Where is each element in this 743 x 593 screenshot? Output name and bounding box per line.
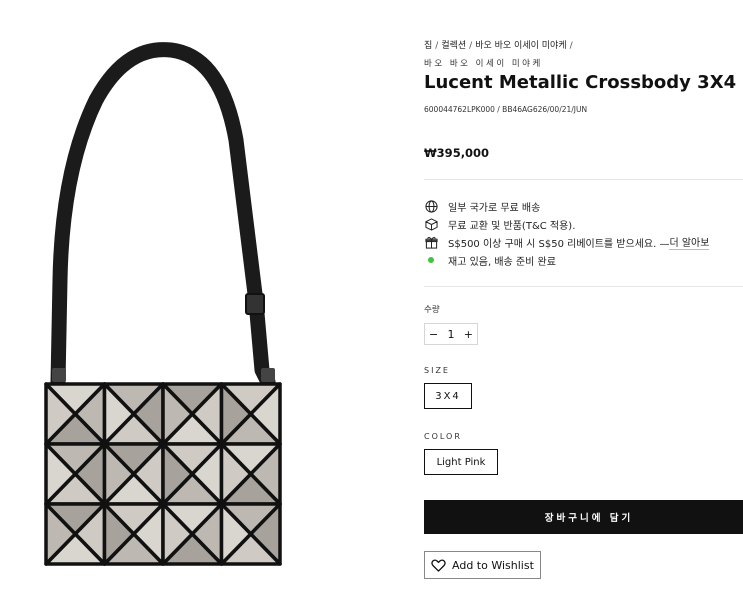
quantity-value[interactable]: 1 [442,328,459,341]
quantity-increase-button[interactable]: + [460,328,477,341]
heart-icon [431,558,446,572]
quantity-stepper: − 1 + [424,323,478,345]
feature-free-returns: 무료 교환 및 반품(T&C 적용). [424,215,709,233]
feature-text: 무료 교환 및 반품(T&C 적용). [448,220,576,232]
box-icon [424,217,438,231]
feature-free-shipping: 일부 국가로 무료 배송 [424,197,709,215]
breadcrumb-collection-link[interactable]: 컬렉션 [441,41,466,51]
divider [424,179,743,180]
brand-name[interactable]: 바오 바오 이세이 미야케 [424,57,543,69]
wishlist-label: Add to Wishlist [452,558,534,572]
breadcrumb: 집 / 컬렉션 / 바오 바오 이세이 미야케 / [424,41,573,51]
quantity-label: 수량 [424,305,440,315]
product-image [44,42,282,566]
feature-text: 일부 국가로 무료 배송 [448,202,541,214]
product-price: ₩395,000 [424,146,490,160]
quantity-decrease-button[interactable]: − [425,328,442,341]
breadcrumb-home-link[interactable]: 집 [424,41,432,51]
learn-more-link[interactable]: 더 알아보 [669,234,710,250]
breadcrumb-brand-link[interactable]: 바오 바오 이세이 미야케 [475,41,566,51]
add-to-cart-button[interactable]: 장바구니에 담기 [424,500,743,534]
color-label: COLOR [424,432,462,441]
gift-icon [424,235,438,249]
feature-text: S$500 이상 구매 시 S$50 리베이트를 받으세요. — [448,238,670,250]
size-option-button[interactable]: 3X4 [424,383,472,409]
feature-stock-status: 재고 있음, 배송 준비 완료 [424,251,709,269]
product-sku: 600044762LPK000 / BB46AG626/00/21/JUN [424,105,588,114]
product-title: Lucent Metallic Crossbody 3X4 [424,72,737,93]
color-option-button[interactable]: Light Pink [424,449,498,475]
feature-list: 일부 국가로 무료 배송 무료 교환 및 반품(T&C 적용). S$500 이… [424,197,710,269]
globe-icon [424,199,438,213]
stock-status-text: 재고 있음, 배송 준비 완료 [448,256,556,268]
in-stock-dot-icon [428,257,434,263]
feature-rebate: S$500 이상 구매 시 S$50 리베이트를 받으세요. — 더 알아보 [424,233,710,251]
add-to-wishlist-button[interactable]: Add to Wishlist [424,551,541,579]
size-label: SIZE [424,366,450,375]
divider [424,286,743,287]
product-details: 집 / 컬렉션 / 바오 바오 이세이 미야케 / 바오 바오 이세이 미야케 Lucen… [424,0,743,593]
